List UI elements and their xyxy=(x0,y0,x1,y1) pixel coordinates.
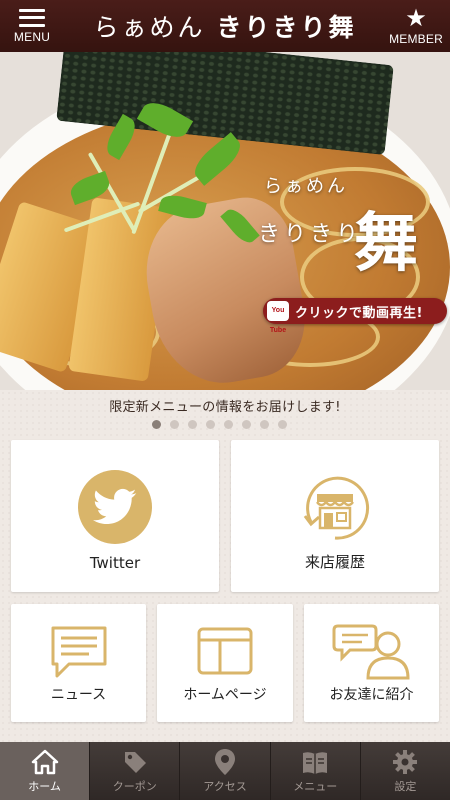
pagination-dot[interactable] xyxy=(260,420,269,429)
map-pin-icon xyxy=(214,748,236,775)
menu-book-icon xyxy=(301,749,329,775)
leaf-image xyxy=(136,96,194,144)
homepage-tile-label: ホームページ xyxy=(183,687,267,703)
leaf-image xyxy=(101,113,141,161)
news-tile[interactable]: ニュース xyxy=(11,604,146,722)
nav-menu[interactable]: メニュー xyxy=(271,742,361,800)
pagination-dot[interactable] xyxy=(278,420,287,429)
gear-icon xyxy=(392,749,418,775)
nav-home[interactable]: ホーム xyxy=(0,742,91,800)
play-video-button[interactable]: You Tube クリックで動画再生! xyxy=(263,298,447,334)
pagination-dot[interactable] xyxy=(224,420,233,429)
nav-settings[interactable]: 設定 xyxy=(361,742,450,800)
twitter-bird-icon xyxy=(78,470,152,544)
leaf-image xyxy=(188,132,247,186)
visit-history-tile-label: 来店履歴 xyxy=(304,553,365,571)
star-icon: ★ xyxy=(405,3,427,32)
nav-settings-label: 設定 xyxy=(394,779,417,793)
refer-friend-tile-label: お友達に紹介 xyxy=(329,687,414,703)
carousel-pagination xyxy=(152,420,287,429)
nav-access[interactable]: アクセス xyxy=(180,742,271,800)
friend-referral-icon xyxy=(332,622,412,680)
nav-home-label: ホーム xyxy=(28,779,61,793)
refer-friend-tile[interactable]: お友達に紹介 xyxy=(304,604,439,722)
pagination-dot[interactable] xyxy=(188,420,197,429)
member-button[interactable]: ★ MEMBER xyxy=(386,0,446,52)
notice-text[interactable]: 限定新メニューの情報をお届けします! xyxy=(0,396,450,415)
visit-history-tile[interactable]: 来店履歴 xyxy=(231,440,439,592)
app-title: らぁめん きりきり舞 xyxy=(0,8,450,44)
nav-menu-label: メニュー xyxy=(293,779,338,793)
homepage-window-icon xyxy=(196,626,254,676)
nav-coupon-label: クーポン xyxy=(112,779,157,793)
app-title-brand: きりきり舞 xyxy=(216,13,357,42)
leaf-image xyxy=(220,204,260,248)
news-icon xyxy=(49,624,109,680)
hero-brand-logo: らぁめん きりきり 舞 xyxy=(258,172,428,281)
youtube-icon: You Tube xyxy=(267,301,289,334)
green-onion-garnish-image xyxy=(40,87,270,297)
coupon-tag-icon xyxy=(122,749,148,775)
member-label: MEMBER xyxy=(389,31,443,46)
app-header: MENU らぁめん きりきり舞 ★ MEMBER xyxy=(0,0,450,52)
news-tile-label: ニュース xyxy=(50,687,107,703)
play-video-label: クリックで動画再生! xyxy=(295,305,423,321)
hero-brand-big: 舞 xyxy=(354,206,418,281)
twitter-tile-label: Twitter xyxy=(89,554,141,572)
nav-coupon[interactable]: クーポン xyxy=(90,742,181,800)
homepage-tile[interactable]: ホームページ xyxy=(157,604,293,722)
leaf-image xyxy=(67,170,113,206)
green-stalk-image xyxy=(131,129,173,235)
pagination-dot[interactable] xyxy=(170,420,179,429)
pagination-dot[interactable] xyxy=(152,420,161,429)
app-title-prefix: らぁめん xyxy=(93,13,206,42)
bottom-nav: ホーム クーポン アクセス メニュー 設定 xyxy=(0,742,450,800)
hero-video-banner[interactable]: らぁめん きりきり 舞 You Tube クリックで動画再生! xyxy=(0,52,450,390)
nav-access-label: アクセス xyxy=(203,779,247,793)
home-icon xyxy=(31,749,59,775)
shop-history-icon xyxy=(297,470,373,546)
twitter-tile[interactable]: Twitter xyxy=(11,440,219,592)
pagination-dot[interactable] xyxy=(206,420,215,429)
leaf-image xyxy=(158,191,207,223)
pagination-dot[interactable] xyxy=(242,420,251,429)
